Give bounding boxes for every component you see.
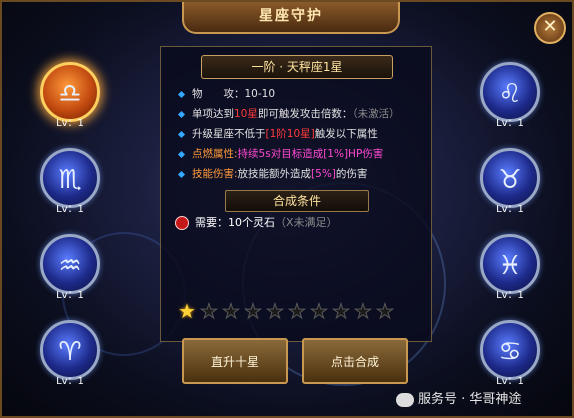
diamond-bullet-icon xyxy=(177,130,186,138)
empty-star-icon: ★ xyxy=(200,299,219,323)
aquarius-sign-icon[interactable]: ♒ xyxy=(40,234,100,294)
attribute-row: 单项达到10星即可触发攻击倍数：（未激活） xyxy=(177,104,427,124)
requirement-label: 需要： xyxy=(195,216,228,229)
empty-star-icon: ★ xyxy=(332,299,351,323)
upgrade-ten-stars-button[interactable]: 直升十星 xyxy=(182,338,288,384)
constellation-title: 一阶 · 天秤座1星 xyxy=(201,55,393,79)
attribute-text: 的伤害 xyxy=(335,168,368,180)
attribute-list: 物 攻：10-10 单项达到10星即可触发攻击倍数：（未激活） 升级星座不低于[1阶… xyxy=(177,84,427,184)
synthesize-button[interactable]: 点击合成 xyxy=(302,338,408,384)
cancer-sign-icon[interactable]: ♋ xyxy=(480,320,540,380)
attribute-text: 10星 xyxy=(234,108,258,120)
attribute-row: 物 攻：10-10 xyxy=(177,84,427,104)
attribute-text: 单项达到 xyxy=(192,108,234,120)
attribute-text: 放技能额外造成 xyxy=(237,168,312,180)
attribute-text: 即可触发攻击倍数： xyxy=(257,108,353,120)
leo-level-label: Lv：1 xyxy=(496,118,524,129)
empty-star-icon: ★ xyxy=(244,299,263,323)
requirement-value: 10个灵石 xyxy=(228,216,275,229)
taurus-level-label: Lv：1 xyxy=(496,204,524,215)
empty-star-icon: ★ xyxy=(266,299,285,323)
attribute-text: 10-10 xyxy=(244,88,276,100)
star-rating: ★ ★ ★ ★ ★ ★ ★ ★ ★ ★ xyxy=(176,299,396,323)
detail-panel: 一阶 · 天秤座1星 物 攻：10-10 单项达到10星即可触发攻击倍数：（未激活… xyxy=(160,46,432,342)
diamond-bullet-icon xyxy=(177,110,186,118)
aries-sign-icon[interactable]: ♈ xyxy=(40,320,100,380)
pisces-sign-icon[interactable]: ♓ xyxy=(480,234,540,294)
window-title: 星座守护 xyxy=(182,2,400,34)
synthesis-title: 合成条件 xyxy=(225,190,369,212)
scorpio-level-label: Lv：1 xyxy=(56,204,84,215)
constellation-window: 星座守护 ✕ ♎ Lv：1 ♏ Lv：1 ♒ Lv：1 ♈ Lv：1 ♌ Lv：1 ♉ Lv：1 ♓ L… xyxy=(0,0,574,418)
wechat-icon xyxy=(396,392,414,407)
attribute-text: 点燃属性: xyxy=(192,148,238,160)
leo-sign-icon[interactable]: ♌ xyxy=(480,62,540,122)
cancer-level-label: Lv：1 xyxy=(496,376,524,387)
taurus-sign-icon[interactable]: ♉ xyxy=(480,148,540,208)
attribute-text: （未激活） xyxy=(352,108,400,120)
attribute-text: 升级星座不低于 xyxy=(192,128,266,140)
requirement-row: 需要：10个灵石（X未满足） xyxy=(175,215,338,231)
attribute-text: 技能伤害: xyxy=(192,168,238,180)
diamond-bullet-icon xyxy=(177,170,186,178)
aquarius-level-label: Lv：1 xyxy=(56,290,84,301)
diamond-bullet-icon xyxy=(177,90,186,98)
empty-star-icon: ★ xyxy=(222,299,241,323)
requirement-status: （X未满足） xyxy=(275,216,338,229)
pisces-level-label: Lv：1 xyxy=(496,290,524,301)
watermark-text: 服务号 · 华哥神途 xyxy=(418,392,522,407)
status-indicator-icon xyxy=(175,216,189,230)
attribute-text: [1阶10星] xyxy=(265,128,315,140)
attribute-text: 持续5s对目标造成[1%]HP伤害 xyxy=(237,148,384,160)
empty-star-icon: ★ xyxy=(354,299,373,323)
attribute-text: 触发以下属性 xyxy=(314,128,378,140)
libra-sign-icon[interactable]: ♎ xyxy=(40,62,100,122)
empty-star-icon: ★ xyxy=(376,299,395,323)
attribute-row: 点燃属性:持续5s对目标造成[1%]HP伤害 xyxy=(177,144,427,164)
attribute-text: 物 攻： xyxy=(192,88,245,100)
attribute-row: 技能伤害:放技能额外造成[5%]的伤害 xyxy=(177,164,427,184)
attribute-row: 升级星座不低于[1阶10星]触发以下属性 xyxy=(177,124,427,144)
empty-star-icon: ★ xyxy=(288,299,307,323)
empty-star-icon: ★ xyxy=(310,299,329,323)
diamond-bullet-icon xyxy=(177,150,186,158)
filled-star-icon: ★ xyxy=(178,299,196,323)
scorpio-sign-icon[interactable]: ♏ xyxy=(40,148,100,208)
watermark: 服务号 · 华哥神途 xyxy=(396,388,521,407)
libra-level-label: Lv：1 xyxy=(56,118,84,129)
attribute-text: [5%] xyxy=(311,168,336,180)
close-button[interactable]: ✕ xyxy=(534,12,566,44)
aries-level-label: Lv：1 xyxy=(56,376,84,387)
